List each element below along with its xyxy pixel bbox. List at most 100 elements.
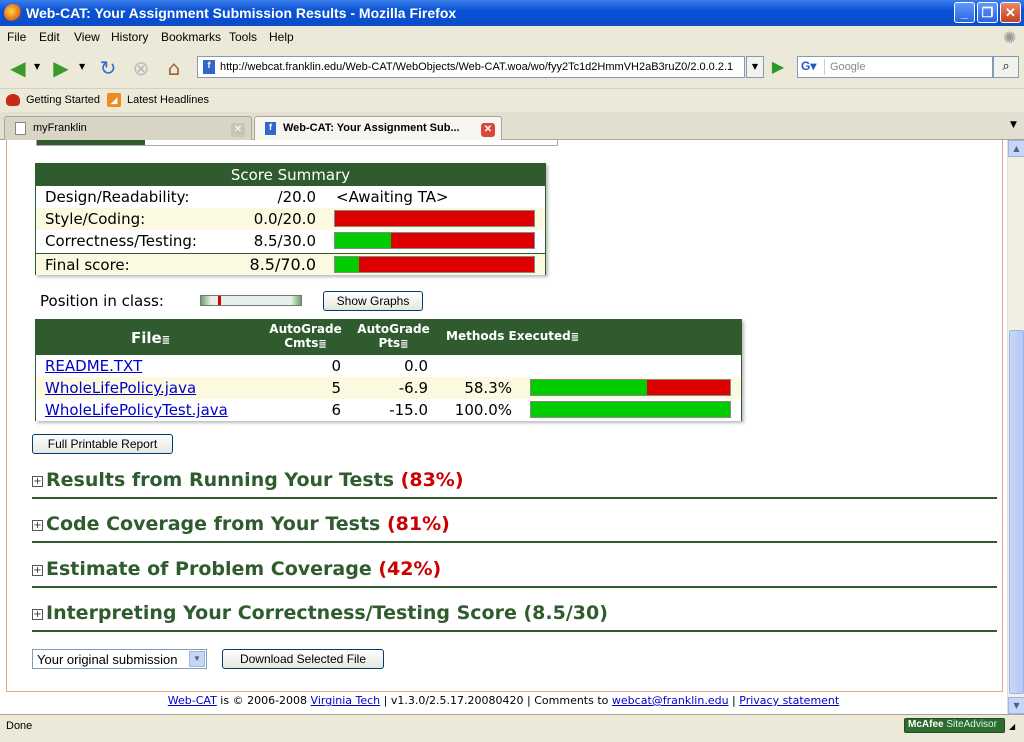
tab-bar: myFranklin ✕ f Web-CAT: Your Assignment … — [0, 112, 1024, 141]
home-button[interactable]: ⌂ — [160, 54, 188, 82]
menu-file[interactable]: File — [7, 30, 26, 44]
menu-tools[interactable]: Tools — [229, 30, 257, 44]
close-tab-icon[interactable]: ✕ — [231, 123, 245, 137]
bookmark-latest-headlines[interactable]: Latest Headlines — [127, 94, 209, 106]
search-icon[interactable]: ⌕ — [993, 56, 1019, 78]
file-row: WholeLifePolicy.java 5 -6.9 58.3% — [36, 377, 741, 399]
score-label: Final score: — [45, 256, 130, 274]
close-tab-icon[interactable]: ✕ — [481, 123, 495, 137]
section-interpreting-score[interactable]: + Interpreting Your Correctness/Testing S… — [32, 602, 997, 632]
score-summary-table: Score Summary Design/Readability: /20.0 … — [35, 163, 546, 275]
search-input[interactable]: G▾ Google — [797, 56, 993, 78]
minimize-button[interactable]: _ — [954, 2, 975, 23]
files-table: File≣ AutoGrade Cmts≣ AutoGrade Pts≣ Metho… — [35, 319, 742, 421]
score-summary-title: Score Summary — [36, 164, 545, 186]
file-row: WholeLifePolicyTest.java 6 -15.0 100.0% — [36, 399, 741, 421]
tab-list-icon[interactable]: ▼ — [1010, 120, 1017, 130]
close-button[interactable]: ✕ — [1000, 2, 1021, 23]
sort-icon: ≣ — [570, 332, 580, 343]
menu-edit[interactable]: Edit — [39, 30, 60, 44]
file-link[interactable]: WholeLifePolicy.java — [45, 379, 196, 397]
score-bar — [334, 256, 535, 273]
methods-value: 100.0% — [454, 401, 512, 419]
files-table-header: File≣ AutoGrade Cmts≣ AutoGrade Pts≣ Metho… — [36, 320, 741, 355]
col-label-line1: AutoGrade — [357, 322, 430, 336]
vertical-scrollbar[interactable]: ▲ ▼ — [1007, 140, 1024, 714]
section-running-tests[interactable]: + Results from Running Your Tests (83%) — [32, 469, 997, 499]
mcafee-label: McAfee — [908, 719, 944, 730]
expand-icon[interactable]: + — [32, 476, 43, 487]
mcafee-siteadvisor-button[interactable]: McAfee SiteAdvisor — [904, 718, 1005, 733]
chevron-down-icon[interactable]: ▼ — [189, 651, 205, 667]
window-title: Web-CAT: Your Assignment Submission Resu… — [26, 5, 457, 21]
section-percent: (83%) — [400, 469, 464, 491]
site-favicon-icon: f — [203, 60, 215, 74]
bookmark-getting-started[interactable]: Getting Started — [26, 94, 100, 106]
pts-value: 0.0 — [404, 357, 428, 375]
scroll-up-button[interactable]: ▲ — [1008, 140, 1024, 157]
expand-icon[interactable]: + — [32, 609, 43, 620]
webcat-link[interactable]: Web-CAT — [168, 694, 217, 707]
tab-myfranklin[interactable]: myFranklin ✕ — [4, 116, 252, 140]
col-file[interactable]: File≣ — [131, 329, 170, 347]
menu-history[interactable]: History — [111, 30, 148, 44]
score-value: 0.0/20.0 — [253, 210, 316, 228]
col-file-label: File — [131, 329, 162, 347]
stop-button[interactable]: ⊗ — [127, 54, 155, 82]
title-bar: Web-CAT: Your Assignment Submission Resu… — [0, 0, 1024, 26]
scroll-down-button[interactable]: ▼ — [1008, 697, 1024, 714]
section-code-coverage[interactable]: + Code Coverage from Your Tests (81%) — [32, 513, 997, 543]
maximize-button[interactable]: ❐ — [977, 2, 998, 23]
reload-button[interactable]: ↻ — [94, 54, 122, 82]
privacy-statement-link[interactable]: Privacy statement — [739, 694, 839, 707]
cmts-value: 6 — [331, 401, 341, 419]
go-button[interactable]: ▶ — [767, 56, 789, 78]
resize-grip-icon: ◢ — [1009, 722, 1016, 731]
col-methods-executed[interactable]: Methods Executed≣ — [446, 329, 579, 343]
menu-view[interactable]: View — [74, 30, 100, 44]
methods-value: 58.3% — [464, 379, 512, 397]
menu-help[interactable]: Help — [269, 30, 294, 44]
score-value: 8.5/70.0 — [249, 255, 316, 274]
methods-bar — [530, 401, 731, 418]
address-bar[interactable]: f http://webcat.franklin.edu/Web-CAT/Web… — [197, 56, 745, 78]
score-label: Style/Coding: — [45, 210, 146, 228]
col-autograde-pts[interactable]: AutoGrade Pts≣ — [356, 322, 431, 352]
submission-select-value: Your original submission — [37, 652, 178, 667]
back-button[interactable]: ◀ — [4, 54, 32, 82]
siteadvisor-label: SiteAdvisor — [946, 719, 997, 730]
file-link[interactable]: WholeLifePolicyTest.java — [45, 401, 228, 419]
back-history-dropmarker-icon[interactable]: ▼ — [34, 62, 40, 71]
score-value: 8.5/30.0 — [253, 232, 316, 250]
score-bar — [334, 210, 535, 227]
download-selected-file-button[interactable]: Download Selected File — [222, 649, 384, 669]
score-label: Design/Readability: — [45, 188, 190, 206]
url-dropdown-button[interactable]: ▼ — [746, 56, 764, 78]
tab-webcat[interactable]: f Web-CAT: Your Assignment Sub... ✕ — [254, 116, 502, 141]
expand-icon[interactable]: + — [32, 520, 43, 531]
tab-label: Web-CAT: Your Assignment Sub... — [283, 122, 460, 134]
col-autograde-cmts[interactable]: AutoGrade Cmts≣ — [268, 322, 343, 352]
page-icon — [15, 122, 26, 135]
footer-text: | v1.3.0/2.5.17.20080420 | Comments to — [380, 694, 612, 707]
file-link[interactable]: README.TXT — [45, 357, 142, 375]
forward-button[interactable]: ▶ — [47, 54, 75, 82]
score-bar — [334, 232, 535, 249]
forward-history-dropmarker-icon[interactable]: ▼ — [79, 62, 85, 71]
section-problem-coverage[interactable]: + Estimate of Problem Coverage (42%) — [32, 558, 997, 588]
methods-bar-fill — [531, 402, 730, 417]
email-link[interactable]: webcat@franklin.edu — [612, 694, 729, 707]
full-printable-report-button[interactable]: Full Printable Report — [32, 434, 173, 454]
score-row-final: Final score: 8.5/70.0 — [36, 253, 545, 275]
google-engine-icon[interactable]: G▾ — [801, 59, 825, 75]
scrollbar-thumb[interactable] — [1009, 330, 1024, 694]
show-graphs-button[interactable]: Show Graphs — [323, 291, 423, 311]
position-bar — [200, 295, 302, 306]
submission-select[interactable]: Your original submission ▼ — [32, 649, 207, 669]
status-text: Done — [6, 720, 33, 732]
sort-icon: ≣ — [400, 339, 409, 350]
expand-icon[interactable]: + — [32, 565, 43, 576]
footer-separator: | — [728, 694, 740, 707]
menu-bookmarks[interactable]: Bookmarks — [161, 30, 221, 44]
virginia-tech-link[interactable]: Virginia Tech — [311, 694, 381, 707]
